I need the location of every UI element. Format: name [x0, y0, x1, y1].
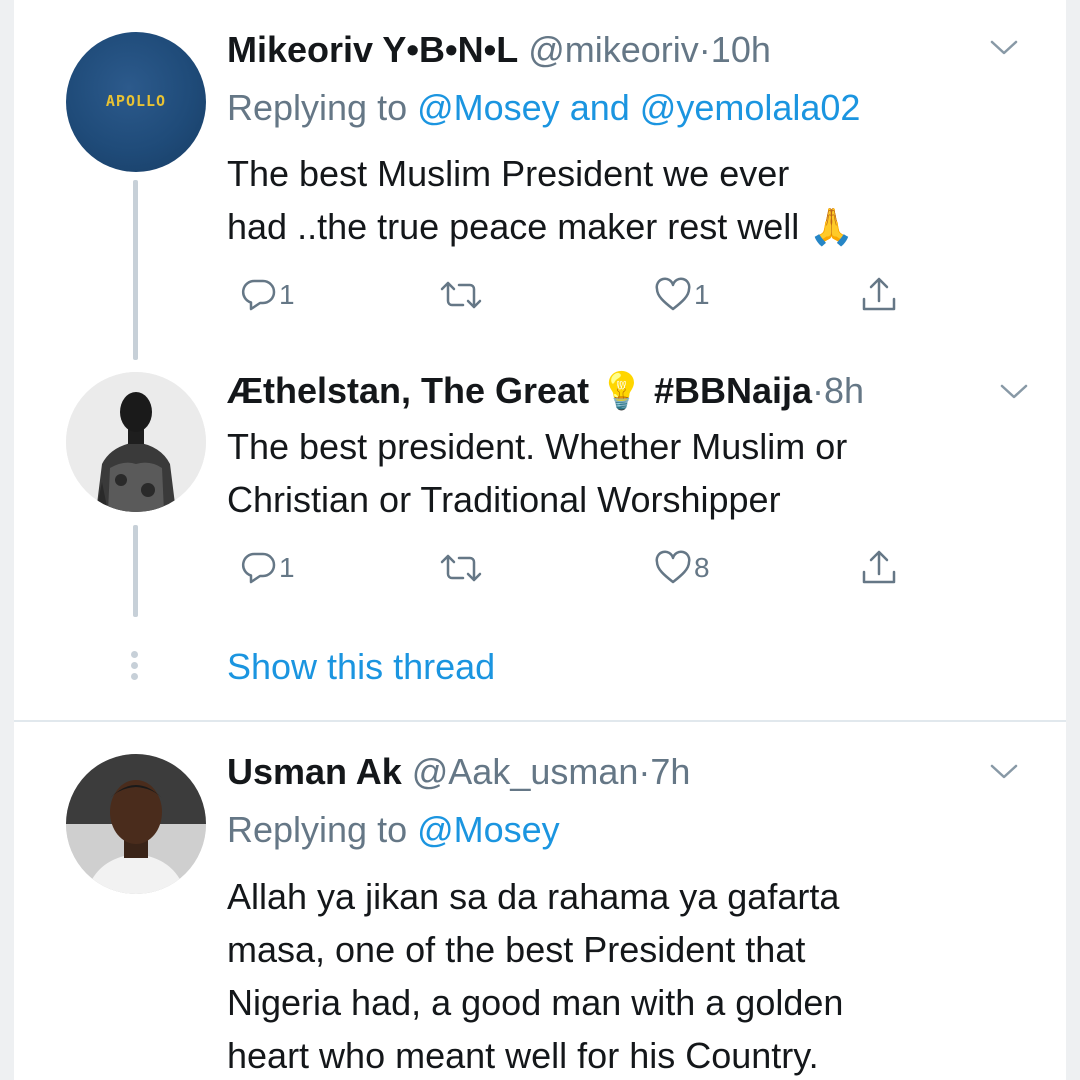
tweet-thread-view: APOLLO Mikeoriv Y•B•N•L @mikeoriv·10h Re… — [14, 0, 1066, 1080]
share-icon — [862, 550, 896, 584]
tweet-text-line: The best Muslim President we ever — [227, 153, 790, 194]
tweet-text-line: Christian or Traditional Worshipper — [227, 479, 781, 520]
tweet-actions: 1 1 — [227, 270, 927, 320]
more-replies-dots — [130, 651, 140, 684]
share-button[interactable] — [860, 270, 898, 320]
chevron-down-icon[interactable] — [989, 762, 1019, 782]
display-name[interactable]: Æthelstan, The Great — [227, 370, 589, 411]
display-name[interactable]: Usman Ak — [227, 751, 402, 792]
avatar-aethelstan[interactable] — [66, 372, 206, 512]
reply-button[interactable]: 1 — [241, 543, 295, 593]
chevron-down-icon[interactable] — [989, 38, 1019, 58]
replying-to-prefix: Replying to — [227, 809, 418, 850]
tweet-text-line: had ..the true peace maker rest well — [227, 206, 800, 247]
reply-icon — [241, 279, 276, 311]
mention-and[interactable]: and — [570, 87, 630, 128]
reply-button[interactable]: 1 — [241, 270, 295, 320]
chevron-down-icon[interactable] — [999, 382, 1029, 402]
retweet-icon — [440, 554, 482, 582]
praying-hands-emoji: 🙏 — [809, 206, 855, 247]
like-button[interactable]: 1 — [654, 270, 710, 320]
thread-connector-line — [133, 525, 138, 617]
tweet-time[interactable]: 7h — [650, 751, 690, 792]
tweet-time[interactable]: 8h — [824, 370, 864, 411]
tweet-header: Usman Ak @Aak_usman·7h — [227, 750, 690, 794]
tweet-text-line: The best president. Whether Muslim or — [227, 426, 848, 467]
tweet-actions: 1 8 — [227, 543, 927, 593]
user-handle[interactable]: @mikeoriv — [528, 29, 699, 70]
share-button[interactable] — [860, 543, 898, 593]
display-name[interactable]: Mikeoriv Y•B•N•L — [227, 29, 518, 70]
mention-yemolala02[interactable]: @yemolala02 — [640, 87, 861, 128]
retweet-button[interactable] — [439, 543, 483, 593]
tweet-divider — [14, 720, 1066, 722]
tweet-text: Allah ya jikan sa da rahama ya gafarta m… — [227, 870, 1007, 1080]
like-icon — [655, 550, 691, 584]
retweet-button[interactable] — [439, 270, 483, 320]
tweet-time[interactable]: 10h — [711, 29, 771, 70]
like-count: 1 — [694, 279, 710, 310]
reply-icon — [241, 552, 276, 584]
share-icon — [862, 277, 896, 311]
mention-mosey[interactable]: @Mosey — [417, 87, 560, 128]
time-separator: · — [638, 751, 651, 792]
avatar-usman[interactable] — [66, 754, 206, 894]
tweet-header: Æthelstan, The Great 💡 #BBNaija·8h — [227, 369, 864, 413]
user-handle[interactable]: @Aak_usman — [412, 751, 639, 792]
time-separator: · — [698, 29, 711, 70]
tweet-text-line: heart who meant well for his Country. — [227, 1035, 819, 1076]
tweet-text: The best Muslim President we ever had ..… — [227, 147, 1007, 253]
tweet-text-line: Nigeria had, a good man with a golden — [227, 982, 844, 1023]
light-bulb-emoji: 💡 — [599, 370, 644, 411]
replying-to: Replying to @Mosey and @yemolala02 — [227, 86, 860, 130]
replying-to: Replying to @Mosey — [227, 808, 560, 852]
avatar-photo — [66, 372, 206, 512]
thread-connector-line — [133, 180, 138, 360]
avatar-photo — [66, 754, 206, 894]
reply-count: 1 — [279, 279, 295, 310]
mention-mosey[interactable]: @Mosey — [417, 809, 560, 850]
like-icon — [655, 277, 691, 311]
tweet-text-line: masa, one of the best President that — [227, 929, 806, 970]
show-thread-link[interactable]: Show this thread — [227, 645, 495, 689]
display-name-hashtag[interactable]: #BBNaija — [654, 370, 812, 411]
tweet-header: Mikeoriv Y•B•N•L @mikeoriv·10h — [227, 28, 771, 72]
retweet-icon — [440, 281, 482, 309]
avatar-logo-text: APOLLO — [105, 92, 167, 110]
avatar-mikeoriv[interactable]: APOLLO — [66, 32, 206, 172]
like-count: 8 — [694, 552, 710, 583]
time-separator: · — [812, 370, 824, 411]
like-button[interactable]: 8 — [654, 543, 710, 593]
tweet-text-line: Allah ya jikan sa da rahama ya gafarta — [227, 876, 840, 917]
tweet-text: The best president. Whether Muslim or Ch… — [227, 420, 1007, 526]
reply-count: 1 — [279, 552, 295, 583]
replying-to-prefix: Replying to — [227, 87, 418, 128]
